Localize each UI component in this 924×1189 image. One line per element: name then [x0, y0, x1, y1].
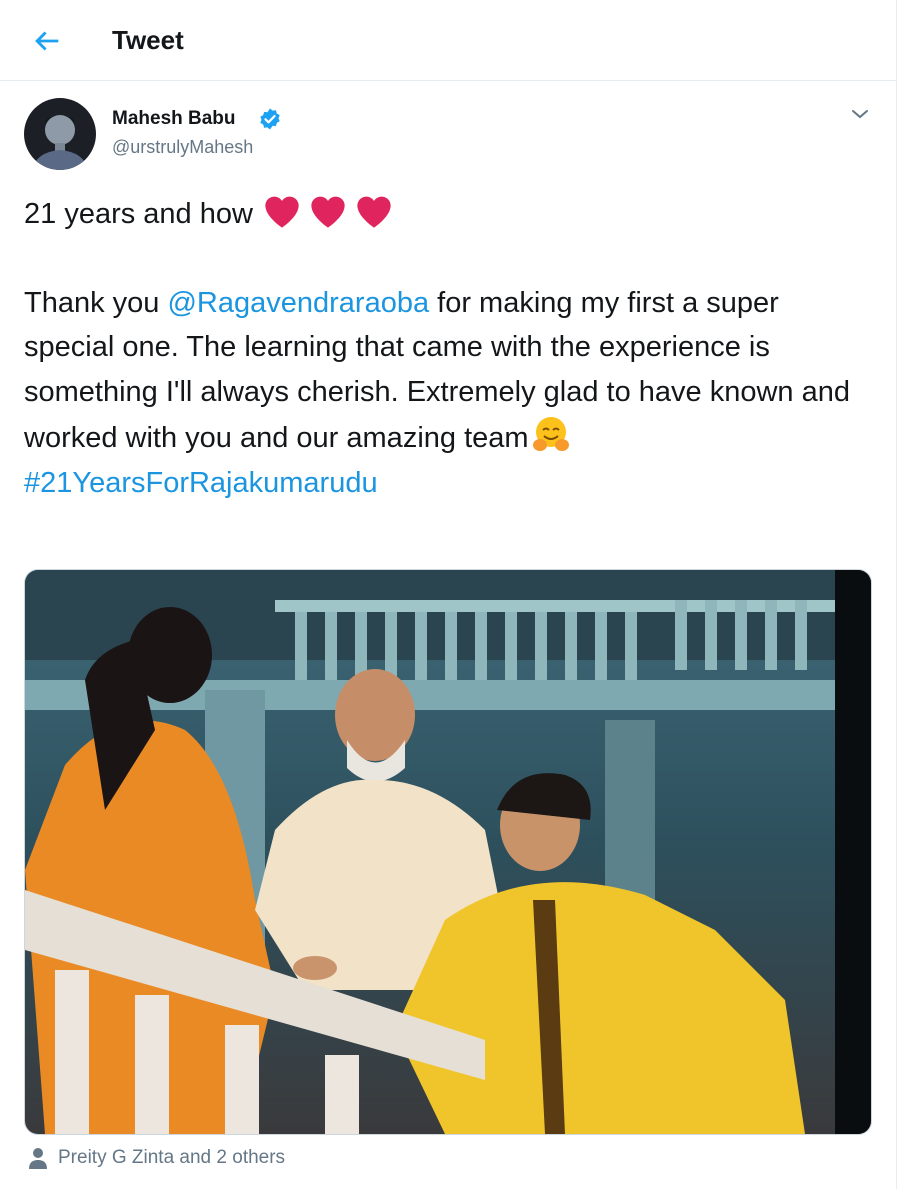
author-handle[interactable]: @urstrulyMahesh	[112, 137, 253, 158]
page-title: Tweet	[112, 25, 184, 55]
chevron-down-icon[interactable]	[849, 106, 871, 122]
tweet-body-prefix: Thank you	[24, 286, 168, 319]
tweet-text: 21 years and how Thank you @Ragavendrara…	[24, 190, 864, 505]
mention-link[interactable]: @Ragavendraraoba	[167, 287, 429, 319]
tweet-hashtag-line: #21YearsForRajakumarudu	[24, 461, 864, 506]
author-name[interactable]: Mahesh Babu	[112, 108, 236, 130]
likes-text[interactable]: Preity G Zinta and 2 others	[58, 1147, 285, 1169]
red-heart-icon	[311, 196, 345, 228]
tweet-body: Thank you @Ragavendraraoba for making my…	[24, 281, 864, 461]
arrow-left-icon[interactable]	[30, 24, 64, 58]
verified-badge-icon	[260, 108, 280, 130]
avatar[interactable]	[24, 98, 96, 170]
tweet-line-1: 21 years and how	[24, 190, 864, 237]
hugging-face-icon	[532, 417, 569, 451]
red-heart-icon	[357, 196, 391, 228]
tweet-photo[interactable]	[24, 569, 872, 1135]
tweet-page: Tweet Mahesh Babu @urstrulyMahesh 21 yea…	[0, 0, 897, 1189]
tweet-intro-text: 21 years and how	[24, 198, 253, 230]
hashtag-link[interactable]: #21YearsForRajakumarudu	[24, 467, 378, 499]
page-header: Tweet	[0, 0, 896, 81]
person-icon	[29, 1148, 47, 1169]
red-heart-icon	[265, 196, 299, 228]
